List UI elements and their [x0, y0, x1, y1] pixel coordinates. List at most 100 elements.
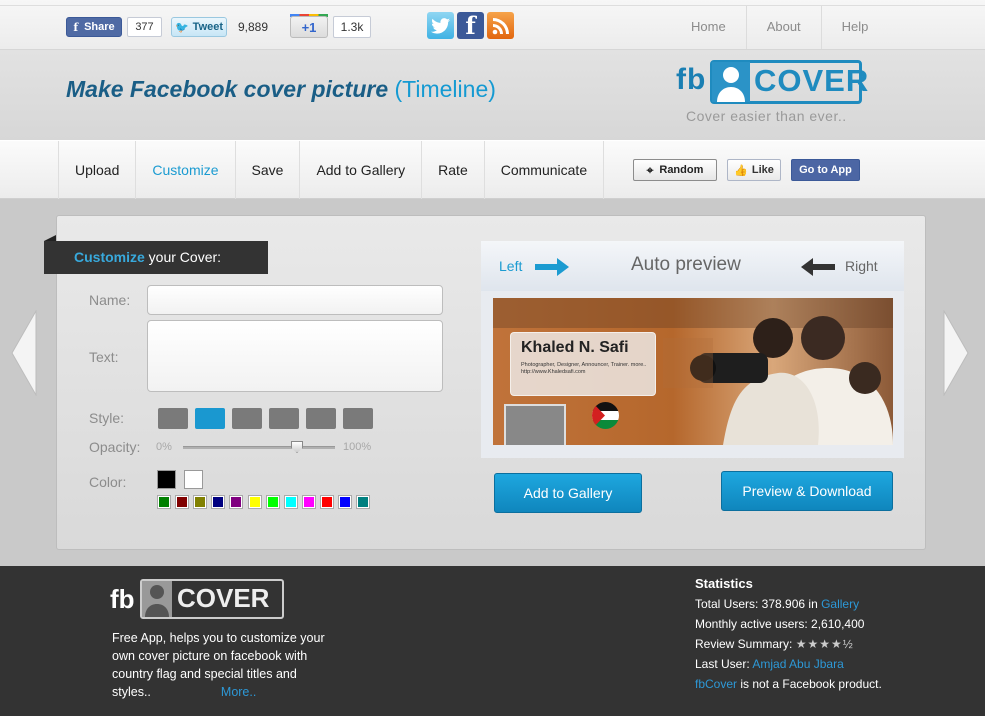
opacity-max: 100%: [343, 441, 372, 453]
nav-about[interactable]: About: [745, 6, 821, 49]
arrow-right-icon[interactable]: [535, 257, 569, 277]
site-footer: fb COVER Free App, helps you to customiz…: [0, 566, 985, 716]
palette-color-swatch[interactable]: [211, 495, 226, 509]
page-title-main: Make Facebook cover picture: [66, 76, 395, 102]
preview-download-button[interactable]: Preview & Download: [721, 471, 893, 511]
palette-color-swatch[interactable]: [175, 495, 190, 509]
disclaimer-text: is not a Facebook product.: [737, 677, 882, 691]
style-swatch[interactable]: [232, 408, 262, 429]
site-header: Make Facebook cover picture (Timeline) f…: [0, 50, 985, 140]
stats-title: Statistics: [695, 576, 753, 591]
nav-home[interactable]: Home: [671, 6, 746, 49]
preview-right-label[interactable]: Right: [845, 258, 878, 274]
more-link[interactable]: More..: [221, 685, 256, 699]
palette-color-swatch[interactable]: [247, 495, 262, 509]
text-label: Text:: [89, 349, 119, 365]
palette-color-swatch[interactable]: [338, 495, 352, 509]
facebook-icon: f: [73, 20, 79, 34]
palette-color-swatch[interactable]: [301, 495, 316, 509]
next-arrow-icon[interactable]: [943, 309, 969, 397]
palette-color-swatch[interactable]: [265, 495, 280, 509]
style-swatch[interactable]: [269, 408, 299, 429]
stats-total-users: Total Users: 378.906 in Gallery: [695, 594, 882, 614]
menu-upload[interactable]: Upload: [58, 141, 135, 199]
thumbs-up-icon: 👍: [734, 164, 748, 177]
share-label: Share: [84, 21, 115, 33]
footer-logo[interactable]: fb COVER: [110, 579, 284, 619]
top-nav: Home About Help: [671, 6, 888, 49]
palette-color-swatch[interactable]: [229, 495, 244, 509]
palestine-flag-icon: [592, 402, 619, 429]
main-menu: Upload Customize Save Add to Gallery Rat…: [58, 141, 605, 199]
opacity-slider-track[interactable]: [183, 446, 335, 449]
fbcover-logo[interactable]: fb COVER: [676, 60, 868, 104]
heading-highlight: Customize: [74, 249, 145, 265]
tweet-label: Tweet: [192, 21, 224, 33]
card-name: Khaled N. Safi: [521, 339, 629, 356]
facebook-icon[interactable]: f: [457, 11, 484, 40]
cover-photo: Khaled N. Safi Photographer, Designer, A…: [493, 298, 893, 445]
menu-save[interactable]: Save: [234, 141, 300, 199]
card-description: Photographer, Designer, Announcer, Train…: [521, 362, 647, 375]
like-label: Like: [751, 164, 774, 176]
preview-body: Khaled N. Safi Photographer, Designer, A…: [481, 291, 904, 458]
nav-help[interactable]: Help: [820, 6, 889, 49]
style-swatch[interactable]: [343, 408, 373, 429]
palette-color-swatch[interactable]: [319, 495, 334, 509]
logo-fb-text: fb: [676, 63, 707, 96]
go-to-app-button[interactable]: Go to App: [791, 159, 860, 181]
menu-add-to-gallery[interactable]: Add to Gallery: [299, 141, 421, 199]
preview-left-label[interactable]: Left: [499, 258, 522, 274]
style-swatch[interactable]: [195, 408, 225, 429]
tweet-count: 9,889: [237, 20, 269, 34]
opacity-min: 0%: [156, 441, 172, 453]
palette-color-swatch[interactable]: [283, 495, 298, 509]
preview-title: Auto preview: [631, 254, 741, 275]
profile-thumbnail: [504, 404, 566, 445]
total-users-text: Total Users: 378.906 in: [695, 597, 822, 611]
stats-review: Review Summary: ★★★★½: [695, 634, 882, 654]
style-swatch[interactable]: [158, 408, 188, 429]
auto-preview: Left Auto preview Right Khaled N. Safi P…: [481, 241, 904, 458]
random-button[interactable]: ⌖ Random: [633, 159, 717, 181]
random-label: Random: [659, 164, 704, 176]
style-swatch[interactable]: [306, 408, 336, 429]
footer-logo-cover: COVER: [177, 583, 270, 613]
last-user-link[interactable]: Amjad Abu Jbara: [752, 657, 843, 671]
gallery-link[interactable]: Gallery: [821, 597, 859, 611]
twitter-icon[interactable]: [427, 12, 454, 39]
text-textarea[interactable]: [147, 320, 443, 392]
person-silhouette-icon: [142, 581, 172, 617]
opacity-label: Opacity:: [89, 439, 141, 455]
review-stars: ★★★★½: [795, 637, 854, 651]
facebook-share-button[interactable]: f Share: [66, 17, 122, 37]
style-label: Style:: [89, 410, 125, 426]
color-label: Color:: [89, 474, 127, 490]
palette-color-swatch[interactable]: [356, 495, 371, 509]
menu-communicate[interactable]: Communicate: [483, 141, 605, 199]
prev-arrow-icon[interactable]: [11, 309, 37, 397]
crosshair-icon: ⌖: [646, 162, 654, 177]
footer-description-text: Free App, helps you to customize your ow…: [112, 631, 325, 699]
tagline: Cover easier than ever..: [686, 108, 847, 124]
brand-link[interactable]: fbCover: [695, 677, 737, 691]
customize-heading: Customize your Cover:: [44, 241, 268, 274]
name-card: Khaled N. Safi Photographer, Designer, A…: [510, 332, 656, 396]
palette-color-swatch[interactable]: [157, 495, 171, 509]
google-plusone-button[interactable]: +1: [290, 16, 328, 38]
menu-rate[interactable]: Rate: [421, 141, 484, 199]
arrow-left-icon[interactable]: [801, 257, 835, 277]
add-to-gallery-button[interactable]: Add to Gallery: [494, 473, 642, 513]
name-input[interactable]: [147, 285, 443, 315]
page-title-highlight: (Timeline): [394, 76, 496, 102]
rss-icon[interactable]: [487, 12, 514, 39]
like-button[interactable]: 👍 Like: [727, 159, 781, 181]
palette-color-swatch[interactable]: [193, 495, 208, 509]
plusone-count: 1.3k: [333, 16, 371, 38]
main-color-swatch[interactable]: [157, 470, 176, 489]
main-color-swatch[interactable]: [184, 470, 203, 489]
footer-logo-fb: fb: [110, 584, 135, 614]
menu-customize[interactable]: Customize: [135, 141, 234, 199]
tweet-button[interactable]: 🐦 Tweet: [171, 17, 227, 37]
logo-cover-text: COVER: [754, 63, 870, 98]
